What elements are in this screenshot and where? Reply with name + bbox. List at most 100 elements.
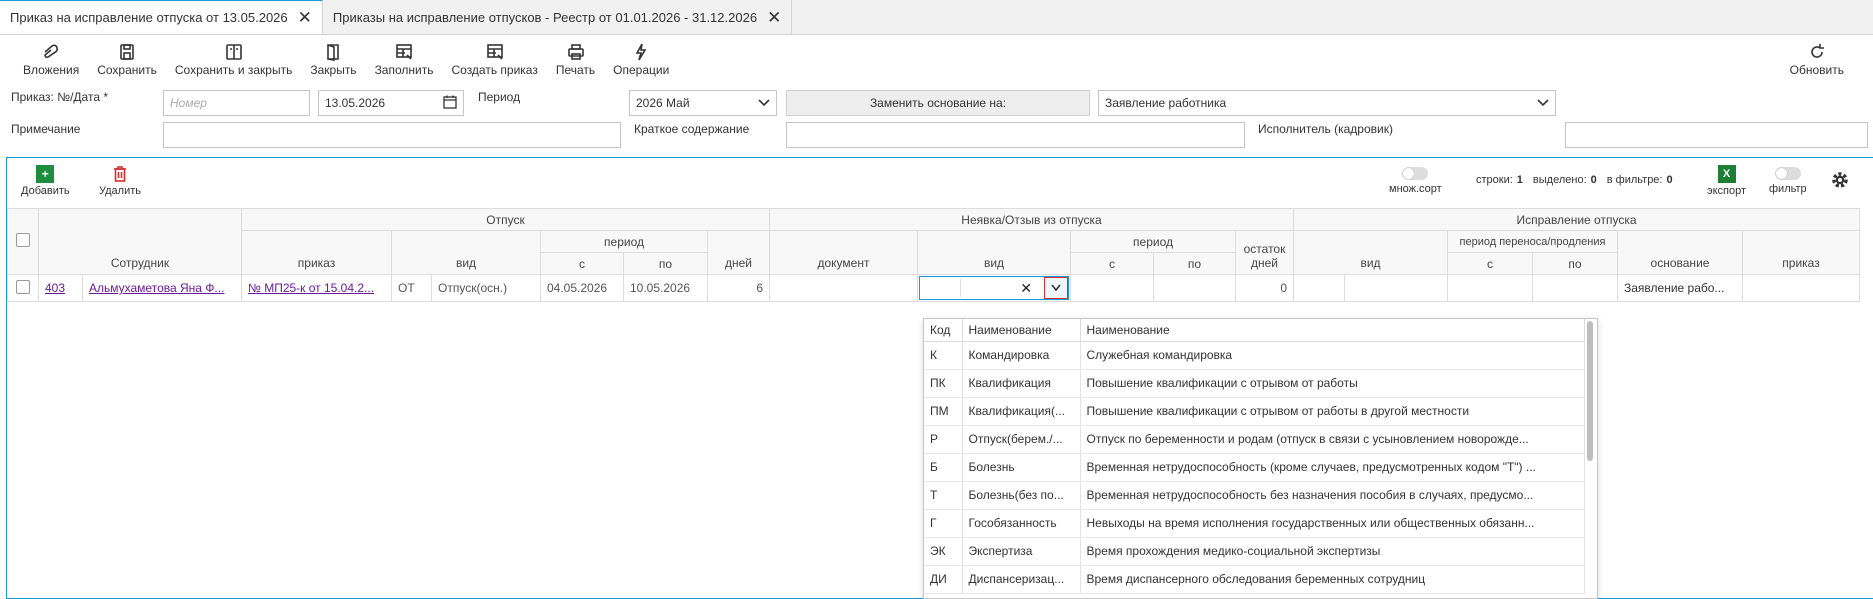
row-number-link[interactable]: 403 (45, 281, 65, 295)
group-vacation: Отпуск (241, 208, 770, 231)
correction-to-cell[interactable] (1532, 274, 1618, 302)
executor-input[interactable] (1565, 122, 1868, 148)
dropdown-option[interactable]: Г Гособязанность Невыходы на время исполне… (924, 509, 1585, 538)
dropdown-option[interactable]: Б Болезнь Временная нетрудоспособность (кр… (924, 453, 1585, 482)
close-icon[interactable]: ✕ (767, 9, 781, 26)
absence-to-cell[interactable] (1153, 274, 1236, 302)
order-cell[interactable]: № МП25-к от 15.04.2... (241, 274, 392, 302)
delete-button[interactable]: Удалить (99, 165, 141, 197)
col-correction-type[interactable]: вид (1293, 230, 1448, 275)
lightning-icon (635, 43, 647, 61)
col-days[interactable]: дней (707, 230, 770, 275)
tab-order-correction[interactable]: Приказ на исправление отпуска от 13.05.2… (0, 0, 323, 34)
col-type[interactable]: вид (391, 230, 541, 275)
note-input[interactable] (163, 122, 621, 148)
order-number-input[interactable]: Номер (163, 90, 310, 116)
toggle-switch[interactable] (1402, 167, 1429, 180)
dropdown-option[interactable]: ПМ Квалификация(... Повышение квалификации… (924, 397, 1585, 426)
dropdown-option[interactable]: Т Болезнь(без по... Временная нетрудоспосо… (924, 481, 1585, 510)
note-label: Примечание (11, 122, 81, 136)
add-button[interactable]: + Добавить (21, 165, 70, 197)
document-cell[interactable] (769, 274, 918, 302)
multisort-toggle[interactable]: множ.сорт (1389, 167, 1442, 195)
dropdown-option[interactable]: ЭК Экспертиза Время прохождения медико-соц… (924, 537, 1585, 566)
correction-code-cell[interactable] (1293, 274, 1345, 302)
col-remaining-days[interactable]: остаток дней (1235, 230, 1294, 275)
calendar-icon[interactable] (443, 95, 457, 112)
gear-icon[interactable] (1830, 170, 1850, 193)
col-transfer-period: период переноса/продления (1447, 230, 1618, 253)
dropdown-scrollbar[interactable] (1587, 321, 1593, 461)
col-to[interactable]: по (623, 252, 708, 275)
printer-icon (567, 44, 584, 60)
row-checkbox-cell[interactable] (7, 274, 39, 302)
col-absence-from[interactable]: с (1070, 252, 1154, 275)
operations-button[interactable]: Операции (604, 43, 678, 77)
col-correction-from[interactable]: с (1447, 252, 1533, 275)
create-order-button[interactable]: Создать приказ (442, 43, 546, 77)
filter-toggle[interactable]: фильтр (1769, 167, 1807, 195)
employee-cell[interactable]: Альмухаметова Яна Ф... (82, 274, 242, 302)
table-row[interactable]: 403 Альмухаметова Яна Ф... № МП25-к от 1… (7, 274, 1860, 302)
order-date-input[interactable]: 13.05.2026 (318, 90, 464, 116)
dropdown-option[interactable]: ДИ Диспансеризац... Время диспансерного об… (924, 565, 1585, 594)
summary-input[interactable] (786, 122, 1245, 148)
select-all-header[interactable] (7, 208, 39, 275)
refresh-button[interactable]: Обновить (1781, 43, 1853, 77)
col-absence-to[interactable]: по (1153, 252, 1236, 275)
save-close-button[interactable]: Сохранить и закрыть (166, 43, 301, 77)
order-link[interactable]: № МП25-к от 15.04.2... (248, 281, 374, 295)
row-checkbox[interactable] (16, 279, 30, 294)
period-label: Период (478, 90, 521, 104)
select-all-checkbox[interactable] (16, 233, 30, 247)
col-basis[interactable]: основание (1617, 230, 1743, 275)
option-full-name: Невыходы на время исполнения государстве… (1080, 509, 1585, 538)
close-button[interactable]: Закрыть (301, 43, 365, 77)
basis-select[interactable]: Заявление работника (1098, 90, 1556, 116)
absence-from-cell[interactable] (1070, 274, 1154, 302)
option-code: Б (924, 453, 963, 482)
chevron-down-icon (758, 96, 770, 110)
row-number-cell[interactable]: 403 (38, 274, 83, 302)
col-from[interactable]: с (540, 252, 624, 275)
dropdown-option[interactable]: К Командировка Служебная командировка (924, 341, 1585, 370)
correction-type-cell[interactable] (1344, 274, 1448, 302)
col-document[interactable]: документ (769, 230, 918, 275)
employee-link[interactable]: Альмухаметова Яна Ф... (89, 281, 224, 295)
type-cell: Отпуск(осн.) (431, 274, 541, 302)
from-cell: 04.05.2026 (540, 274, 624, 302)
close-icon[interactable]: ✕ (298, 9, 312, 26)
absence-type-cell[interactable]: ✕ (917, 274, 1071, 302)
absence-type-dropdown: Код Наименование Наименование К Командиро… (923, 318, 1598, 599)
attachments-button[interactable]: Вложения (14, 43, 88, 77)
export-button[interactable]: X экспорт (1707, 165, 1746, 197)
option-code: Р (924, 425, 963, 454)
dropdown-option[interactable]: ПК Квалификация Повышение квалификации с о… (924, 369, 1585, 398)
toggle-switch[interactable] (1774, 167, 1801, 180)
correction-order-cell[interactable] (1742, 274, 1860, 302)
door-icon (327, 44, 340, 61)
clear-icon[interactable]: ✕ (1020, 280, 1032, 297)
print-button[interactable]: Печать (547, 43, 604, 77)
fill-button[interactable]: Заполнить (366, 43, 443, 77)
option-code: ПМ (924, 397, 963, 426)
replace-basis-button[interactable]: Заменить основание на: (786, 90, 1090, 116)
col-order[interactable]: приказ (241, 230, 392, 275)
tab-registry[interactable]: Приказы на исправление отпусков - Реестр… (323, 0, 793, 34)
col-employee[interactable]: Сотрудник (38, 230, 242, 275)
option-name: Квалификация(... (962, 397, 1081, 426)
dropdown-toggle-button[interactable] (1044, 277, 1068, 299)
table-create-icon (486, 44, 503, 60)
absence-type-editor[interactable]: ✕ (919, 276, 1069, 300)
save-button[interactable]: Сохранить (88, 43, 166, 77)
period-select[interactable]: 2026 Май (629, 90, 777, 116)
group-absence: Неявка/Отзыв из отпуска (769, 208, 1294, 231)
option-full-name: Повышение квалификации с отрывом от рабо… (1080, 397, 1585, 426)
col-correction-order[interactable]: приказ (1742, 230, 1860, 275)
col-absence-type[interactable]: вид (917, 230, 1071, 275)
chevron-down-icon (1537, 96, 1549, 110)
correction-from-cell[interactable] (1447, 274, 1533, 302)
dropdown-option[interactable]: Р Отпуск(берем./... Отпуск по беременности… (924, 425, 1585, 454)
col-correction-to[interactable]: по (1532, 252, 1618, 275)
option-code: Г (924, 509, 963, 538)
